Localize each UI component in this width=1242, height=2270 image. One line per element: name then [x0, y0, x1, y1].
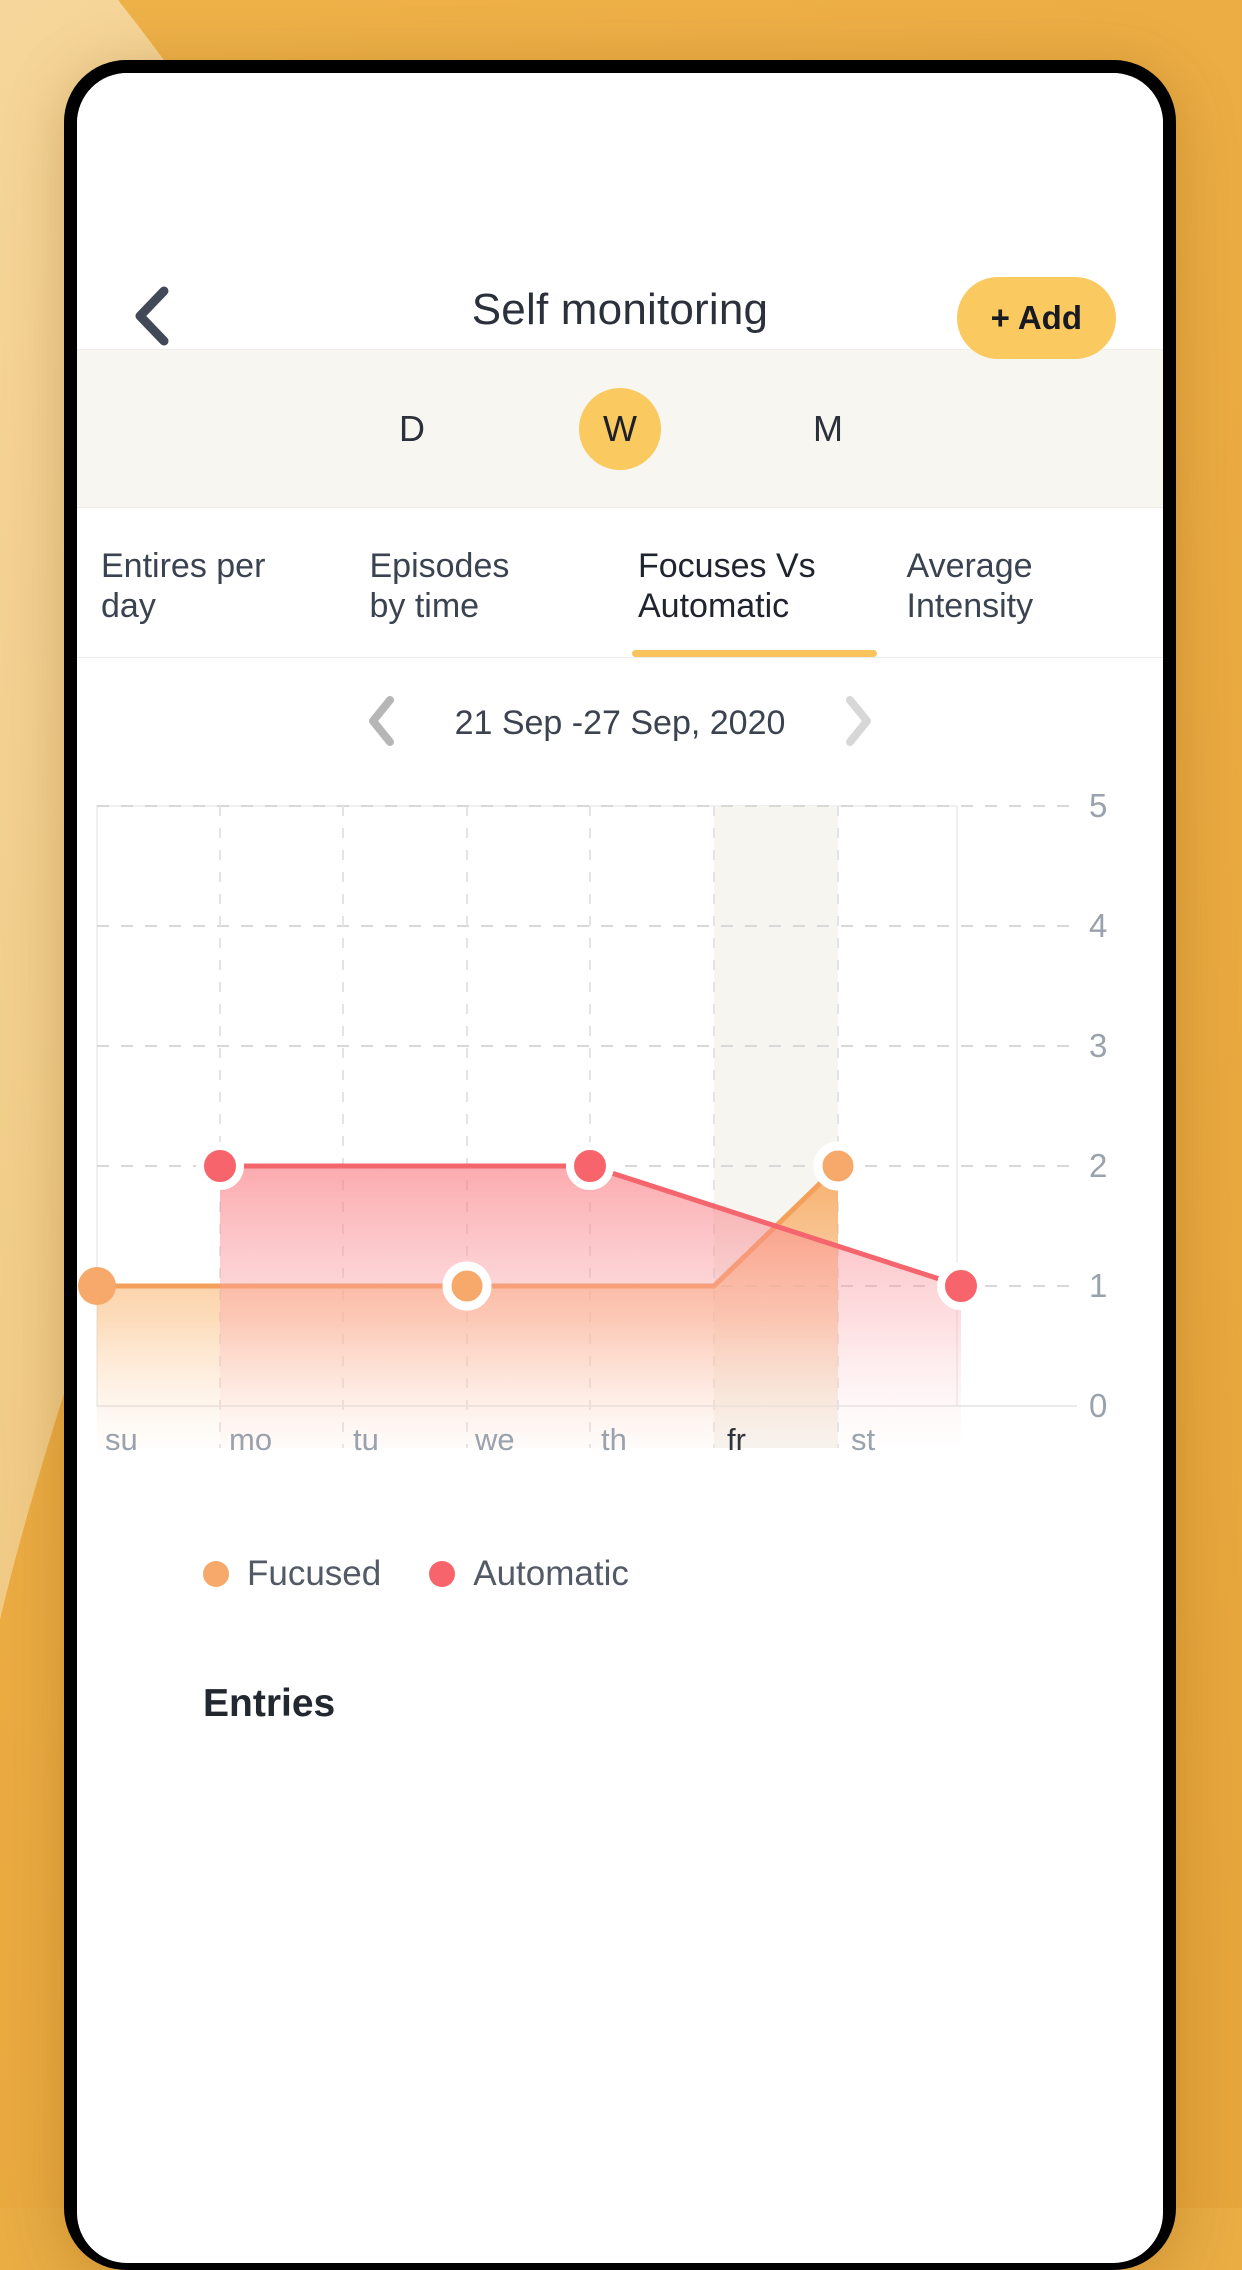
y-tick-5: 5 — [1089, 787, 1108, 824]
x-tick-we: we — [475, 1422, 515, 1457]
app-header: Self monitoring + Add — [77, 73, 1163, 359]
y-tick-2: 2 — [1089, 1147, 1108, 1184]
legend-dot-automatic — [429, 1561, 456, 1587]
date-next-button[interactable] — [843, 695, 875, 752]
x-tick-mo: mo — [229, 1422, 273, 1457]
period-selector: D W M — [77, 350, 1163, 508]
entries-heading: Entries — [77, 1594, 1163, 1726]
phone-frame: Self monitoring + Add D W M Entires per … — [64, 60, 1176, 2270]
chevron-left-icon — [365, 695, 397, 752]
point-automatic-st[interactable] — [937, 1262, 985, 1310]
legend-label-automatic: Automatic — [473, 1554, 629, 1593]
legend-item-automatic[interactable]: Automatic — [429, 1554, 629, 1594]
x-tick-fr: fr — [727, 1422, 746, 1457]
y-tick-4: 4 — [1089, 907, 1108, 944]
y-tick-1: 1 — [1089, 1267, 1108, 1304]
tab-focuses-vs-automatic[interactable]: Focuses Vs Automatic — [620, 508, 889, 657]
tab-average-intensity[interactable]: Average Intensity — [889, 508, 1158, 657]
chart-tabs: Entires per day Episodes by time Focuses… — [77, 508, 1163, 658]
tab-entries-per-day[interactable]: Entires per day — [83, 508, 352, 657]
period-option-d[interactable]: D — [371, 388, 453, 470]
x-tick-su: su — [105, 1422, 138, 1457]
point-focused-fr[interactable] — [813, 1141, 863, 1191]
chart-legend: Fucused Automatic — [77, 1508, 1163, 1594]
legend-dot-focused — [203, 1561, 229, 1587]
x-tick-th: th — [601, 1422, 627, 1457]
legend-label-focused: Fucused — [247, 1554, 382, 1593]
period-option-w[interactable]: W — [579, 387, 661, 470]
date-range-label: 21 Sep -27 Sep, 2020 — [454, 703, 786, 742]
point-focused-we[interactable] — [442, 1261, 492, 1311]
point-automatic-th[interactable] — [566, 1142, 614, 1190]
phone-screen: Self monitoring + Add D W M Entires per … — [77, 73, 1163, 2263]
series-area-automatic — [220, 1166, 961, 1448]
chevron-right-icon — [843, 695, 875, 752]
tab-episodes-by-time[interactable]: Episodes by time — [352, 508, 621, 657]
point-focused-su[interactable] — [78, 1267, 116, 1305]
period-option-m[interactable]: M — [787, 388, 869, 470]
legend-item-focused[interactable]: Fucused — [203, 1554, 381, 1594]
focuses-vs-automatic-chart: 5 4 3 2 1 0 su mo tu we th fr st — [77, 787, 1163, 1508]
y-tick-0: 0 — [1089, 1387, 1108, 1424]
x-tick-st: st — [851, 1422, 876, 1457]
date-navigator: 21 Sep -27 Sep, 2020 — [77, 658, 1163, 788]
point-automatic-mo[interactable] — [196, 1142, 244, 1190]
x-tick-tu: tu — [353, 1422, 379, 1457]
chart-canvas — [78, 805, 1077, 1448]
date-prev-button[interactable] — [365, 695, 397, 752]
y-tick-3: 3 — [1089, 1027, 1108, 1064]
add-button[interactable]: + Add — [956, 277, 1116, 359]
